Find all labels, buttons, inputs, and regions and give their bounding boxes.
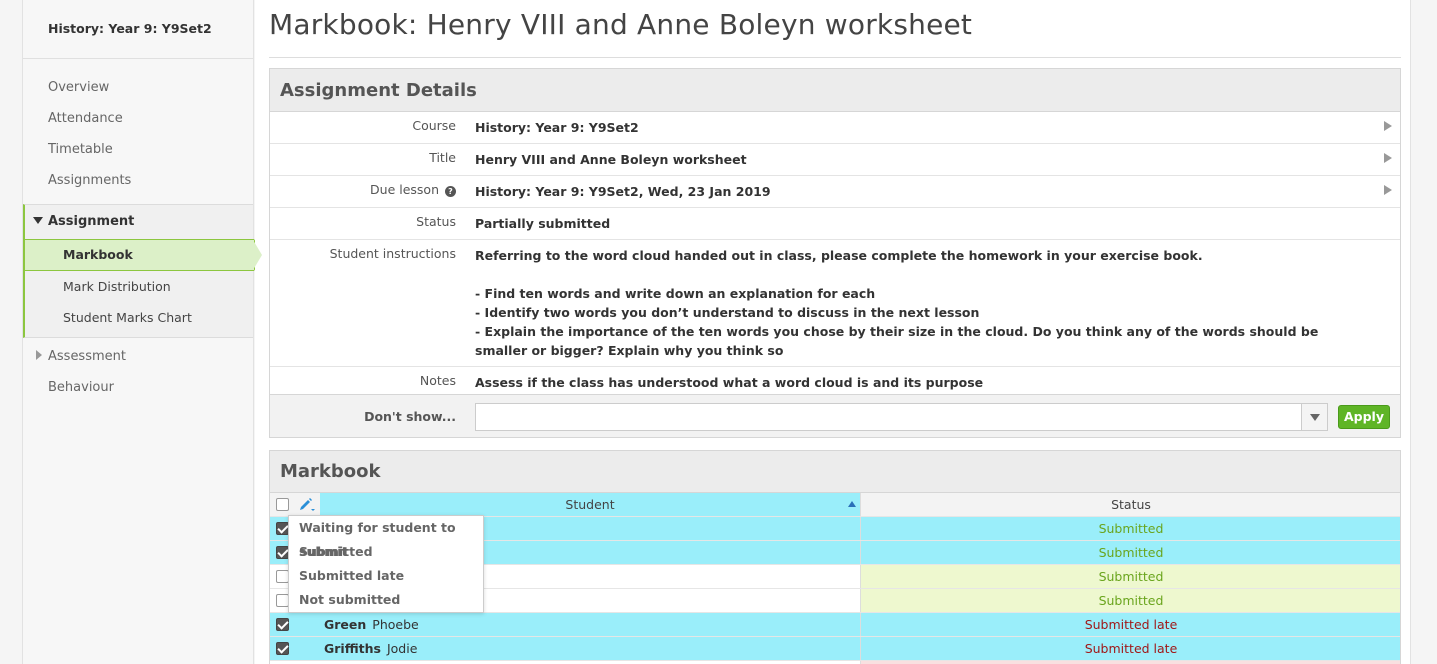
student-name-cell: Griffiths Jodie xyxy=(320,637,860,660)
popup-option-not-submitted[interactable]: Not submitted xyxy=(289,588,483,612)
sidebar-item-behaviour[interactable]: Behaviour xyxy=(23,372,253,403)
arrow-right-icon[interactable] xyxy=(1384,185,1392,195)
sidebar-item-assessment-label: Assessment xyxy=(48,349,126,364)
select-all-cell xyxy=(270,493,294,516)
apply-button[interactable]: Apply xyxy=(1338,405,1390,429)
sidebar-item-overview[interactable]: Overview xyxy=(23,72,253,103)
popup-option-submitted-late[interactable]: Submitted late xyxy=(289,564,483,588)
detail-label: Notes xyxy=(419,373,456,388)
detail-value: Partially submitted xyxy=(475,216,611,231)
student-first-name: Jodie xyxy=(386,641,418,656)
sidebar-subitem-mark-distribution[interactable]: Mark Distribution xyxy=(25,271,253,302)
sidebar-item-timetable[interactable]: Timetable xyxy=(23,134,253,165)
sidebar-item-attendance[interactable]: Attendance xyxy=(23,103,253,134)
row-checkbox[interactable] xyxy=(276,618,289,631)
status-cell[interactable]: Submitted late xyxy=(860,637,1400,660)
detail-row-title[interactable]: Title Henry VIII and Anne Boleyn workshe… xyxy=(270,144,1400,176)
instruction-line xyxy=(475,265,1365,284)
column-header-status[interactable]: Status xyxy=(860,493,1400,516)
markbook-panel: Markbook Student Status Submitted Submit… xyxy=(269,450,1401,664)
detail-label: Course xyxy=(412,118,456,133)
detail-row-instructions: Student instructions Referring to the wo… xyxy=(270,240,1400,367)
detail-label: Due lesson ? xyxy=(270,182,456,197)
filter-label: Don't show... xyxy=(364,409,456,424)
detail-value: History: Year 9: Y9Set2, Wed, 23 Jan 201… xyxy=(475,184,771,199)
sidebar-group-label: Assignment xyxy=(48,214,135,229)
table-row-partial xyxy=(270,660,1400,664)
sidebar-nav: Overview Attendance Timetable Assignment… xyxy=(23,59,253,196)
instructions-text: Referring to the word cloud handed out i… xyxy=(475,246,1365,360)
row-select-cell xyxy=(270,613,320,636)
instruction-line: - Find ten words and write down an expla… xyxy=(475,286,876,301)
main-content: Markbook: Henry VIII and Anne Boleyn wor… xyxy=(255,0,1411,664)
pencil-icon[interactable] xyxy=(298,497,316,513)
column-header-student-label: Student xyxy=(565,497,615,512)
arrow-right-icon[interactable] xyxy=(1384,153,1392,163)
instruction-line: Referring to the word cloud handed out i… xyxy=(475,248,1203,263)
select-all-checkbox[interactable] xyxy=(276,498,289,511)
caret-right-icon xyxy=(36,350,42,360)
table-header-row: Student Status xyxy=(270,493,1400,516)
detail-row-course[interactable]: Course History: Year 9: Y9Set2 xyxy=(270,112,1400,144)
chevron-down-icon[interactable] xyxy=(1301,404,1327,430)
detail-row-due-lesson[interactable]: Due lesson ? History: Year 9: Y9Set2, We… xyxy=(270,176,1400,208)
sidebar-subitem-markbook[interactable]: Markbook xyxy=(25,239,264,271)
sort-ascending-icon xyxy=(848,501,856,507)
sidebar-item-assignment[interactable]: Assignment xyxy=(25,205,253,239)
dont-show-select[interactable] xyxy=(475,403,1328,431)
sidebar-group-assignment: Assignment Markbook Mark Distribution St… xyxy=(23,204,264,338)
assignment-details-heading: Assignment Details xyxy=(270,69,1400,112)
popup-option-submitted[interactable]: Submitted xyxy=(289,540,483,564)
detail-value: Henry VIII and Anne Boleyn worksheet xyxy=(475,152,747,167)
arrow-right-icon[interactable] xyxy=(1384,121,1392,131)
student-last-name: Green xyxy=(324,617,367,632)
student-name-cell: Green Phoebe xyxy=(320,613,860,636)
assignment-details-panel: Assignment Details Course History: Year … xyxy=(269,68,1401,405)
instruction-line: - Identify two words you don’t understan… xyxy=(475,305,980,320)
markbook-table: Student Status Submitted Submitted Submi… xyxy=(270,493,1400,664)
detail-label: Title xyxy=(429,150,456,165)
help-icon[interactable]: ? xyxy=(445,186,456,197)
sidebar-subitem-student-marks-chart[interactable]: Student Marks Chart xyxy=(25,302,253,333)
dont-show-filter-bar: Don't show... Apply xyxy=(269,394,1401,438)
bulk-edit-cell[interactable] xyxy=(294,493,320,516)
detail-label: Student instructions xyxy=(329,246,456,261)
table-row[interactable]: Green Phoebe Submitted late xyxy=(270,612,1400,636)
page-title: Markbook: Henry VIII and Anne Boleyn wor… xyxy=(269,8,973,41)
sidebar-item-assignments[interactable]: Assignments xyxy=(23,165,253,196)
popup-option-waiting[interactable]: Waiting for student to submit xyxy=(289,516,483,559)
status-cell[interactable]: Submitted late xyxy=(860,613,1400,636)
sidebar-item-assessment[interactable]: Assessment xyxy=(23,341,253,372)
instruction-line: - Explain the importance of the ten word… xyxy=(475,324,1319,358)
caret-down-icon xyxy=(33,217,43,224)
sidebar: History: Year 9: Y9Set2 Overview Attenda… xyxy=(22,0,264,664)
row-checkbox[interactable] xyxy=(276,642,289,655)
markbook-heading: Markbook xyxy=(270,451,1400,493)
detail-value: History: Year 9: Y9Set2 xyxy=(475,120,639,135)
student-last-name: Griffiths xyxy=(324,641,381,656)
status-cell[interactable]: Submitted xyxy=(860,517,1400,540)
sidebar-course-title: History: Year 9: Y9Set2 xyxy=(23,0,253,59)
status-cell[interactable]: Submitted xyxy=(860,565,1400,588)
status-cell[interactable]: Submitted xyxy=(860,541,1400,564)
status-cell[interactable]: Submitted xyxy=(860,589,1400,612)
student-first-name: Phoebe xyxy=(372,617,419,632)
bulk-select-popup: Waiting for student to submit Submitted … xyxy=(288,515,484,613)
sidebar-nav-lower: Assessment Behaviour xyxy=(23,338,253,403)
detail-label: Status xyxy=(416,214,456,229)
row-select-cell xyxy=(270,637,320,660)
detail-row-status: Status Partially submitted xyxy=(270,208,1400,240)
detail-label-text: Due lesson xyxy=(370,182,440,197)
column-header-student[interactable]: Student xyxy=(320,493,860,516)
table-row[interactable]: Griffiths Jodie Submitted late xyxy=(270,636,1400,660)
detail-value: Assess if the class has understood what … xyxy=(475,375,984,390)
title-divider xyxy=(269,57,1401,58)
